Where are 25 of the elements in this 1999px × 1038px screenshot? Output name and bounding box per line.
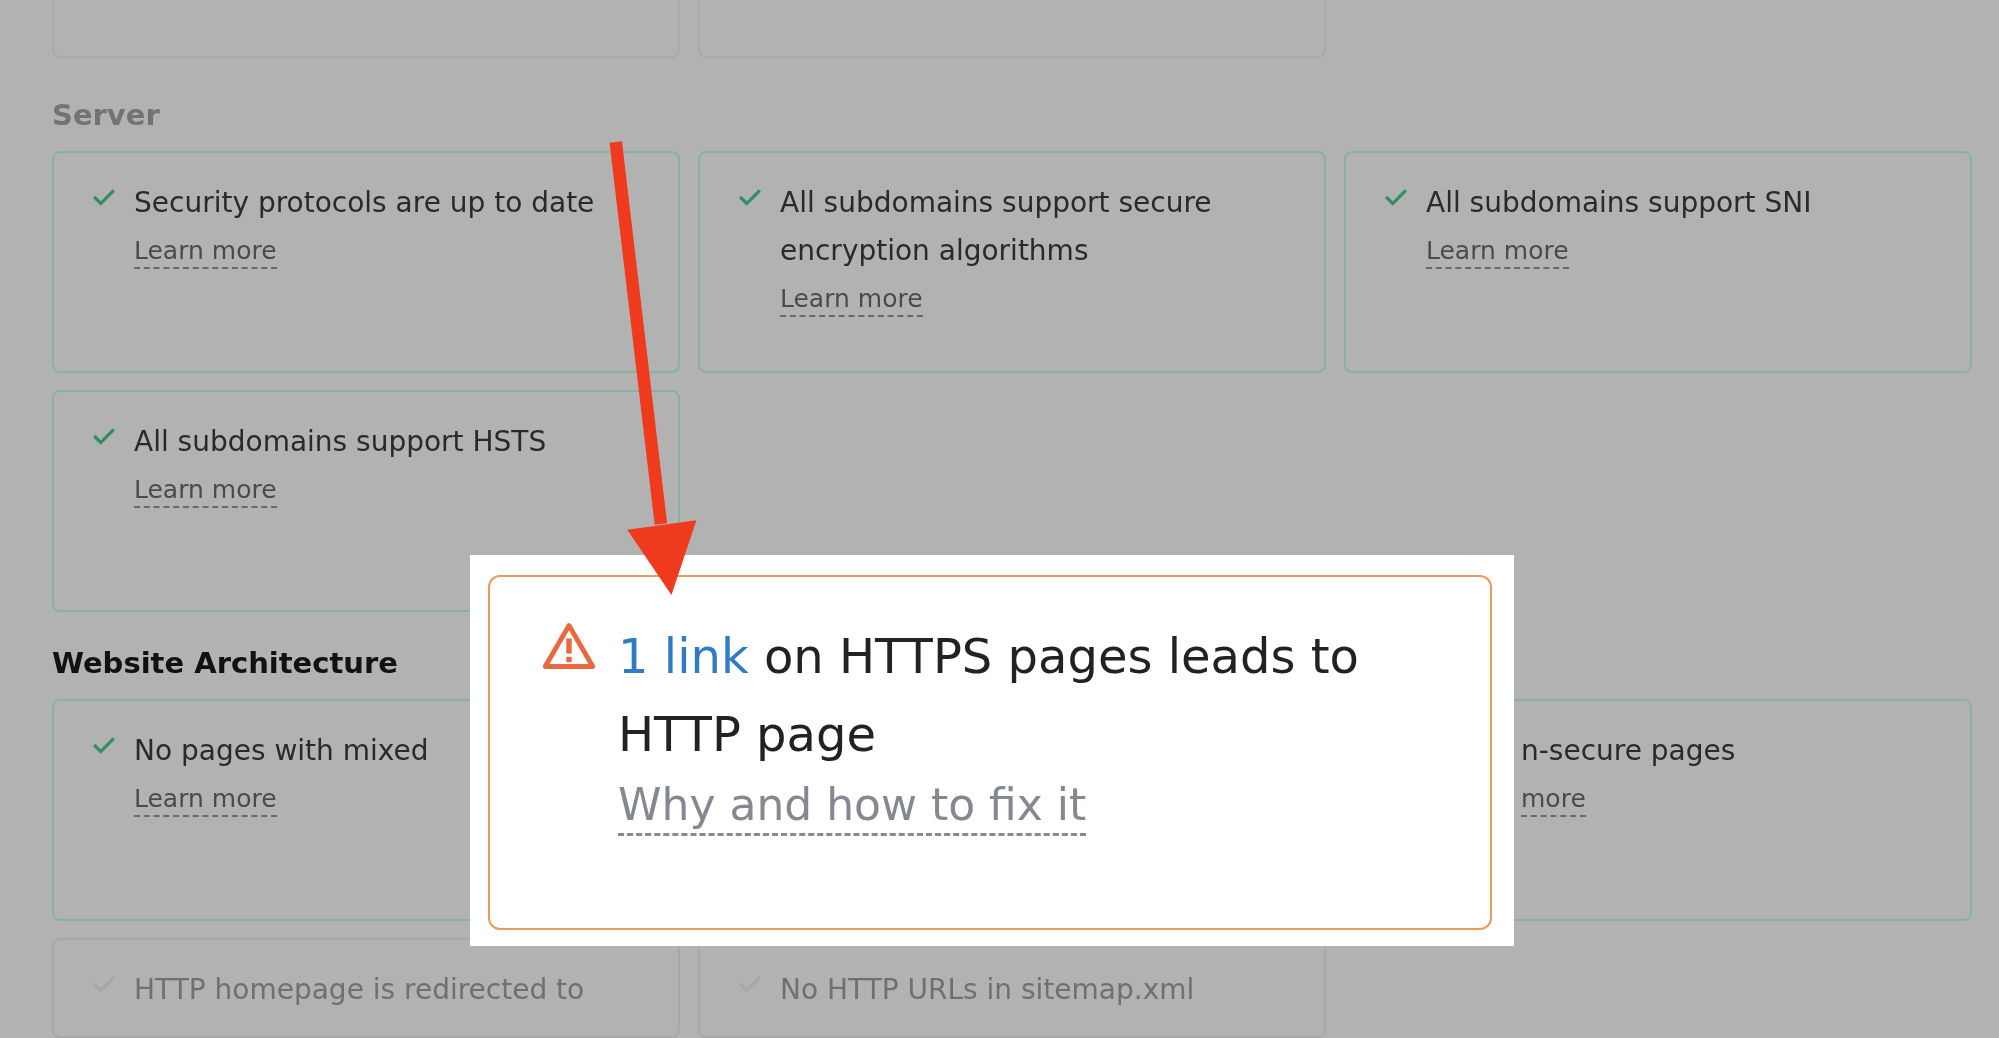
check-text: n-secure pages xyxy=(1521,733,1736,769)
check-text: No pages with mixed xyxy=(134,733,429,769)
learn-more-link[interactable]: Learn more xyxy=(134,474,277,508)
learn-more-link[interactable]: Learn more xyxy=(1426,235,1569,269)
section-heading: Website Architecture xyxy=(52,646,398,680)
learn-more-link[interactable]: more xyxy=(1521,783,1586,817)
check-icon xyxy=(92,426,116,446)
learn-more-link[interactable]: Learn more xyxy=(134,235,277,269)
check-text: Security protocols are up to date xyxy=(134,185,595,221)
section-heading: Server xyxy=(52,98,160,132)
check-icon xyxy=(738,187,762,207)
check-icon xyxy=(92,187,116,207)
check-text: No HTTP URLs in sitemap.xml xyxy=(780,972,1195,1008)
issue-text: 1 link on HTTPS pages leads to HTTP page xyxy=(618,627,1360,764)
warning-icon xyxy=(542,621,596,671)
check-text: All subdomains support HSTS xyxy=(134,424,547,460)
check-icon xyxy=(92,735,116,755)
check-text: All subdomains support SNI xyxy=(1426,185,1812,221)
learn-more-link[interactable]: Learn more xyxy=(134,783,277,817)
check-text: HTTP homepage is redirected to xyxy=(134,972,585,1008)
check-text: All subdomains support secure encryption algorithms xyxy=(780,185,1213,269)
fix-help-link[interactable]: Why and how to fix it xyxy=(618,777,1087,836)
issue-link[interactable]: 1 link xyxy=(618,628,749,684)
learn-more-link[interactable]: Learn more xyxy=(780,283,923,317)
check-icon xyxy=(1384,187,1408,207)
